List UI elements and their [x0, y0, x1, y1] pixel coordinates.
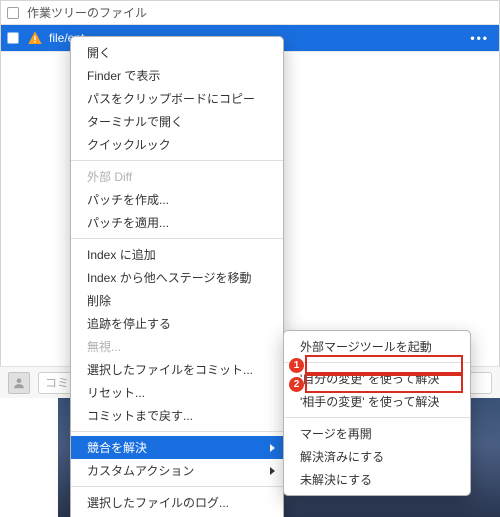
submenu-resolve-theirs[interactable]: '相手の変更' を使って解決	[284, 390, 470, 413]
separator	[71, 238, 283, 239]
submenu-restart-merge[interactable]: マージを再開	[284, 422, 470, 445]
avatar	[8, 372, 30, 394]
menu-reveal-finder[interactable]: Finder で表示	[71, 64, 283, 87]
menu-external-diff: 外部 Diff	[71, 165, 283, 188]
more-icon[interactable]: •••	[470, 31, 493, 45]
panel-header: 作業ツリーのファイル	[1, 1, 499, 25]
submenu-mark-resolved[interactable]: 解決済みにする	[284, 445, 470, 468]
menu-open[interactable]: 開く	[71, 41, 283, 64]
context-menu[interactable]: 開く Finder で表示 パスをクリップボードにコピー ターミナルで開く クイ…	[70, 36, 284, 517]
annotation-box-1	[305, 355, 463, 374]
separator	[71, 431, 283, 432]
menu-custom-actions[interactable]: カスタムアクション	[71, 459, 283, 482]
menu-revert-commit[interactable]: コミットまで戻す...	[71, 404, 283, 427]
submenu-mark-unresolved[interactable]: 未解決にする	[284, 468, 470, 491]
menu-remove[interactable]: 削除	[71, 289, 283, 312]
menu-log-selected[interactable]: 選択したファイルのログ...	[71, 491, 283, 514]
panel-title: 作業ツリーのファイル	[27, 4, 147, 21]
menu-unstage[interactable]: Index から他へステージを移動	[71, 266, 283, 289]
select-all-checkbox[interactable]	[7, 7, 19, 19]
menu-create-patch[interactable]: パッチを作成...	[71, 188, 283, 211]
menu-open-terminal[interactable]: ターミナルで開く	[71, 110, 283, 133]
annotation-box-2	[305, 374, 463, 393]
conflict-icon	[27, 30, 43, 46]
menu-stop-tracking[interactable]: 追跡を停止する	[71, 312, 283, 335]
menu-reset[interactable]: リセット...	[71, 381, 283, 404]
menu-copy-path[interactable]: パスをクリップボードにコピー	[71, 87, 283, 110]
separator	[284, 417, 470, 418]
menu-quicklook[interactable]: クイックルック	[71, 133, 283, 156]
menu-ignore: 無視...	[71, 335, 283, 358]
file-checkbox[interactable]	[7, 32, 19, 44]
menu-commit-selected[interactable]: 選択したファイルをコミット...	[71, 358, 283, 381]
annotation-callout-1: 1	[289, 358, 304, 373]
annotation-callout-2: 2	[289, 377, 304, 392]
menu-add-index[interactable]: Index に追加	[71, 243, 283, 266]
separator	[71, 486, 283, 487]
separator	[71, 160, 283, 161]
menu-resolve-conflicts[interactable]: 競合を解決	[71, 436, 283, 459]
menu-apply-patch[interactable]: パッチを適用...	[71, 211, 283, 234]
